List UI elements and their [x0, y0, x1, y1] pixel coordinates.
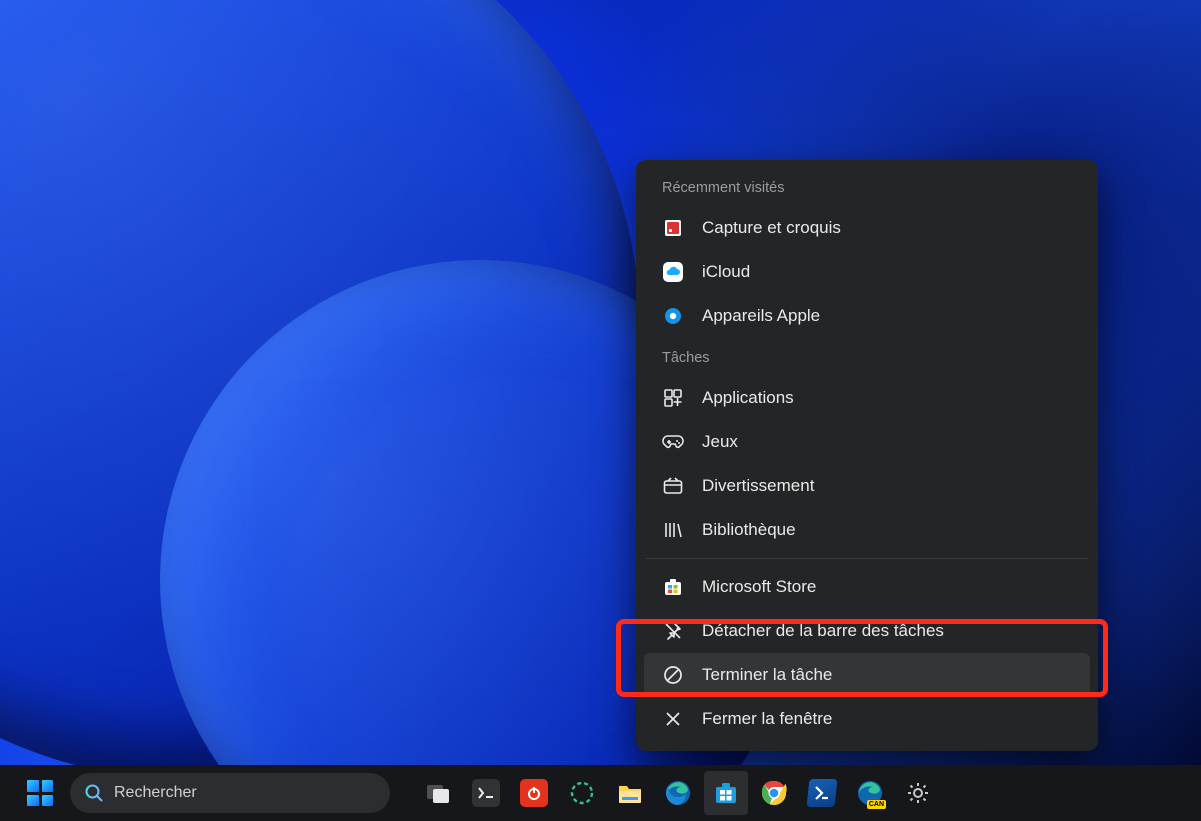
ms-store-icon: [712, 779, 740, 807]
taskbar-app-chrome[interactable]: [752, 771, 796, 815]
terminal-icon: [472, 779, 500, 807]
power-icon: [520, 779, 548, 807]
search-icon: [84, 783, 104, 803]
taskbar: Rechercher: [0, 765, 1201, 821]
jumplist-section-recent: Récemment visités: [644, 174, 1090, 206]
jumplist-item-end-task[interactable]: Terminer la tâche: [644, 653, 1090, 697]
icloud-icon: [662, 261, 684, 283]
jumplist-item-label: Divertissement: [702, 476, 814, 496]
windows-logo-icon: [27, 780, 53, 806]
jumplist-item-label: Fermer la fenêtre: [702, 709, 832, 729]
jumplist-separator: [646, 558, 1088, 559]
powershell-icon: [807, 779, 838, 807]
jumplist-item-label: iCloud: [702, 262, 750, 282]
snip-icon: [662, 217, 684, 239]
unpin-icon: [662, 620, 684, 642]
file-explorer-icon: [616, 779, 644, 807]
jumplist-item-appareils-apple[interactable]: Appareils Apple: [644, 294, 1090, 338]
jumplist-item-unpin[interactable]: Détacher de la barre des tâches: [644, 609, 1090, 653]
jumplist-item-bibliotheque[interactable]: Bibliothèque: [644, 508, 1090, 552]
games-icon: [662, 431, 684, 453]
entertainment-icon: [662, 475, 684, 497]
jumplist-item-microsoft-store[interactable]: Microsoft Store: [644, 565, 1090, 609]
jumplist-item-applications[interactable]: Applications: [644, 376, 1090, 420]
settings-icon: [904, 779, 932, 807]
task-view-icon: [424, 779, 452, 807]
taskbar-app-task-view[interactable]: [416, 771, 460, 815]
jumplist-item-capture-et-croquis[interactable]: Capture et croquis: [644, 206, 1090, 250]
taskbar-app-circle[interactable]: [560, 771, 604, 815]
dashed-circle-icon: [568, 779, 596, 807]
jumplist-section-tasks: Tâches: [644, 338, 1090, 376]
taskbar-jumplist: Récemment visités Capture et croquis iCl…: [636, 160, 1098, 751]
jumplist-item-label: Bibliothèque: [702, 520, 796, 540]
jumplist-item-label: Applications: [702, 388, 794, 408]
apps-icon: [662, 387, 684, 409]
jumplist-item-label: Microsoft Store: [702, 577, 816, 597]
canary-badge: CAN: [867, 800, 886, 809]
edge-icon: [664, 779, 692, 807]
search-placeholder: Rechercher: [114, 784, 197, 802]
taskbar-app-microsoft-store[interactable]: [704, 771, 748, 815]
start-button[interactable]: [18, 771, 62, 815]
taskbar-app-file-explorer[interactable]: [608, 771, 652, 815]
jumplist-item-icloud[interactable]: iCloud: [644, 250, 1090, 294]
chrome-icon: [760, 779, 788, 807]
taskbar-app-settings[interactable]: [896, 771, 940, 815]
taskbar-app-edge-canary[interactable]: CAN: [848, 771, 892, 815]
jumplist-item-label: Capture et croquis: [702, 218, 841, 238]
jumplist-item-label: Détacher de la barre des tâches: [702, 621, 944, 641]
taskbar-pinned-apps: CAN: [416, 771, 940, 815]
jumplist-item-close-window[interactable]: Fermer la fenêtre: [644, 697, 1090, 741]
edge-canary-icon: CAN: [856, 779, 884, 807]
taskbar-app-shutdown[interactable]: [512, 771, 556, 815]
close-icon: [662, 708, 684, 730]
jumplist-item-label: Appareils Apple: [702, 306, 820, 326]
jumplist-item-label: Jeux: [702, 432, 738, 452]
library-icon: [662, 519, 684, 541]
taskbar-app-terminal[interactable]: [464, 771, 508, 815]
ms-store-icon: [662, 576, 684, 598]
jumplist-item-label: Terminer la tâche: [702, 665, 832, 685]
jumplist-item-divertissement[interactable]: Divertissement: [644, 464, 1090, 508]
taskbar-app-edge[interactable]: [656, 771, 700, 815]
apple-devices-icon: [662, 305, 684, 327]
jumplist-item-jeux[interactable]: Jeux: [644, 420, 1090, 464]
end-task-icon: [662, 664, 684, 686]
taskbar-app-powershell[interactable]: [800, 771, 844, 815]
taskbar-search[interactable]: Rechercher: [70, 773, 390, 813]
